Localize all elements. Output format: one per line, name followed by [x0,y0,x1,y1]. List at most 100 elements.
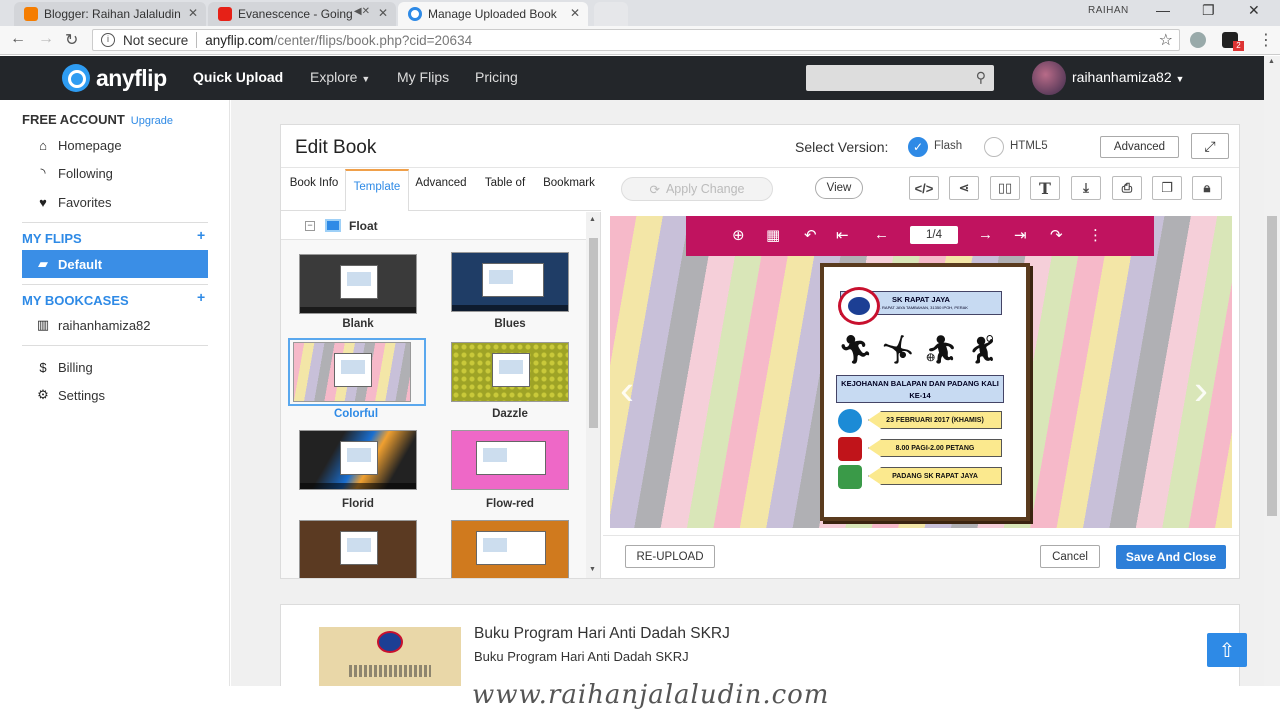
prev-page-icon[interactable]: ← [874,226,889,243]
thumbnails-icon[interactable]: ▦ [766,226,780,244]
sidebar-item-homepage[interactable]: ⌂ Homepage [22,134,208,156]
sidebar-item-billing[interactable]: $ Billing [22,356,208,378]
zoom-in-icon[interactable]: ⊕ [732,226,745,244]
save-and-close-button[interactable]: Save And Close [1116,545,1226,569]
minimize-icon[interactable]: — [1156,2,1170,18]
nav-my-flips[interactable]: My Flips [397,69,449,85]
back-icon[interactable]: ← [10,30,26,48]
lock-icon[interactable]: 🔒︎ [1192,176,1222,200]
nav-pricing[interactable]: Pricing [475,69,518,85]
reload-icon[interactable]: ↻ [65,30,78,50]
user-menu[interactable]: raihanhamiza82 ▼ [1072,69,1184,85]
template-blues[interactable] [451,252,569,312]
template-florid[interactable] [299,430,417,490]
tab-advanced[interactable]: Advanced [409,169,473,211]
page-number-input[interactable]: 1/4 [910,226,958,244]
scrollbar-thumb[interactable] [589,238,598,428]
scroll-down-icon[interactable]: ▼ [589,566,596,573]
search-icon[interactable]: ⚲ [976,69,986,86]
text-icon[interactable]: T [1030,176,1060,200]
avatar[interactable] [1032,61,1066,95]
print-icon[interactable]: ⎙ [1112,176,1142,200]
more-icon[interactable]: ⋮ [1088,226,1103,244]
view-button[interactable]: View [815,177,863,199]
restore-icon[interactable]: ❐ [1202,2,1215,19]
scrollbar-thumb[interactable] [1267,216,1277,516]
info-icon[interactable]: i [101,33,115,47]
anyflip-logo[interactable]: anyflip [62,64,167,92]
scroll-up-icon[interactable]: ▲ [1268,58,1275,65]
template-wood[interactable] [299,520,417,578]
template-blank[interactable] [299,254,417,314]
tab-youtube[interactable]: Evanescence - Going ◀✕ ✕ [208,2,396,26]
close-icon[interactable]: ✕ [570,6,580,20]
header-search-input[interactable]: ⚲ [806,65,994,91]
undo-icon[interactable]: ↶ [804,226,817,244]
apply-change-button[interactable]: ⟳ Apply Change [621,177,773,201]
sidebar-item-bookcase[interactable]: ▥ raihanhamiza82 [22,314,208,336]
embed-code-icon[interactable]: </> [909,176,939,200]
book-thumbnail[interactable] [319,627,461,687]
close-icon[interactable]: ✕ [188,6,198,20]
next-arrow-icon[interactable]: › [1194,366,1208,414]
caret-down-icon: ▼ [361,74,371,84]
page-scrollbar[interactable]: ▲ [1264,56,1280,686]
page-icon [476,441,546,475]
tab-template[interactable]: Template [345,169,409,211]
template-dazzle[interactable] [451,342,569,402]
copy-icon[interactable]: ❐ [1152,176,1182,200]
window-close-icon[interactable]: ✕ [1248,2,1260,19]
sidebar-item-default[interactable]: ▰ Default [22,250,208,278]
fullscreen-icon[interactable]: ⤢ [1191,133,1229,159]
first-page-icon[interactable]: ⇤ [836,226,849,244]
template-orange[interactable] [451,520,569,578]
bookmark-star-icon[interactable]: ☆ [1159,30,1173,50]
template-group[interactable]: − Float [281,212,586,240]
sidebar-item-favorites[interactable]: ♥ Favorites [22,191,208,213]
viewer-toolbar: ⟳ Apply Change View </> ⋖ ▯▯ T ⤓ ⎙ ❐ 🔒︎ [603,169,1239,213]
new-tab-button[interactable] [594,2,628,26]
prev-arrow-icon[interactable]: ‹ [620,366,634,414]
tab-book-info[interactable]: Book Info [283,169,345,211]
tab-anyflip[interactable]: Manage Uploaded Book ✕ [398,2,588,26]
menu-kebab-icon[interactable]: ⋮ [1258,30,1274,50]
template-scrollbar[interactable]: ▲ ▼ [586,212,600,578]
tab-blogger[interactable]: Blogger: Raihan Jalaludin ✕ [14,2,206,26]
url-input[interactable]: i Not secure anyflip.com /center/flips/b… [92,29,1180,51]
reupload-button[interactable]: RE-UPLOAD [625,545,715,568]
close-icon[interactable]: ✕ [378,6,388,20]
flipbook-preview[interactable]: ⊕ ▦ ↶ ⇤ ← 1/4 → ⇥ ↷ ⋮ ‹ › SK RAPAT JAYA … [610,216,1232,528]
athletes-illustration: 🏃︎ 🤸︎ ⛹︎ 🤾︎ [834,333,1004,371]
nav-quick-upload[interactable]: Quick Upload [193,69,283,85]
sidebar-item-settings[interactable]: ⚙ Settings [22,384,208,406]
template-flow-red[interactable] [451,430,569,490]
add-flip-icon[interactable]: + [197,227,205,243]
book-layout-icon[interactable]: ▯▯ [990,176,1020,200]
speaker-muted-icon[interactable]: ◀✕ [354,6,370,17]
sidebar-item-label: Homepage [58,137,122,153]
cancel-button[interactable]: Cancel [1040,545,1100,568]
next-page-icon[interactable]: → [978,226,993,243]
flash-radio[interactable]: ✓ [908,137,928,157]
share-icon[interactable]: ⋖ [949,176,979,200]
book-title[interactable]: Buku Program Hari Anti Dadah SKRJ [474,625,730,643]
book-list-item[interactable]: Buku Program Hari Anti Dadah SKRJ Buku P… [280,604,1240,687]
tab-table-of-contents[interactable]: Table of [477,169,533,211]
html5-radio[interactable] [984,137,1004,157]
poster-school: SK RAPAT JAYA [892,295,950,304]
nav-explore[interactable]: Explore ▼ [310,69,370,85]
forward-icon[interactable]: → [38,30,54,48]
scroll-up-icon[interactable]: ▲ [589,216,596,223]
tab-bookmark[interactable]: Bookmark [537,169,601,211]
sidebar-item-following[interactable]: ◝ Following [22,162,208,184]
redo-icon[interactable]: ↷ [1050,226,1063,244]
add-bookcase-icon[interactable]: + [197,289,205,305]
collapse-icon[interactable]: − [305,221,315,231]
upgrade-link[interactable]: Upgrade [131,115,173,127]
logo-icon [62,64,90,92]
last-page-icon[interactable]: ⇥ [1014,226,1027,244]
download-icon[interactable]: ⤓ [1071,176,1101,200]
back-to-top-icon[interactable]: ⇧ [1207,633,1247,667]
advanced-button[interactable]: Advanced [1100,136,1179,158]
extension-shield-icon[interactable] [1190,32,1206,48]
